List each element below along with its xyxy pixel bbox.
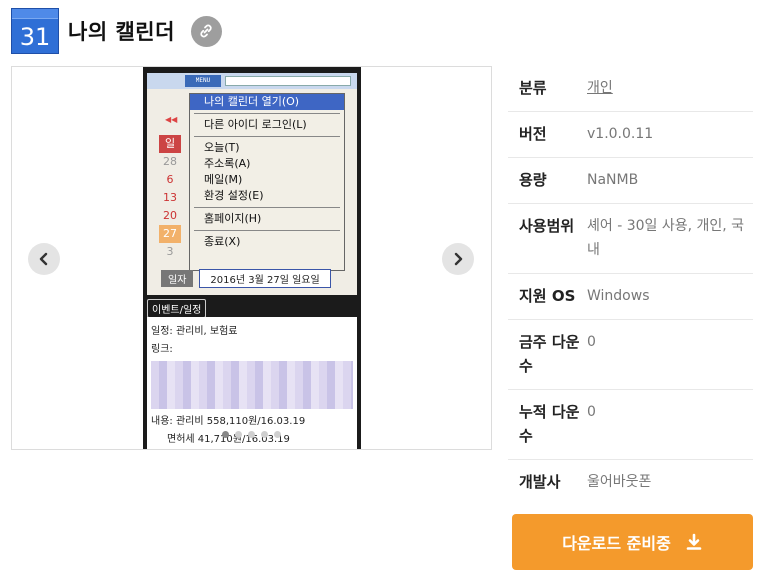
app-title: 나의 캘린더 xyxy=(68,20,175,44)
link-icon xyxy=(200,24,213,38)
copy-link-button[interactable] xyxy=(190,15,222,47)
prev-month-icon: ◀◀ xyxy=(165,115,178,124)
info-value: 울어바웃폰 xyxy=(587,474,652,490)
event-detail: 일정: 관리비, 보험료 링크: 내용: 관리비 558,110원/16.03.… xyxy=(147,317,357,449)
menu-divider xyxy=(194,136,340,137)
info-value: NaNMB xyxy=(587,172,639,188)
gallery-dot[interactable] xyxy=(248,431,255,438)
info-label: 용량 xyxy=(519,171,547,189)
info-row-category: 분류 개인 xyxy=(508,66,753,112)
info-label: 금주 다운수 xyxy=(519,333,580,375)
info-label: 누적 다운수 xyxy=(519,403,580,445)
chevron-left-icon xyxy=(39,252,48,266)
date-row: 일자 2016년 3월 27일 일요일 xyxy=(161,268,331,288)
menu-item-mail: 메일(M) xyxy=(204,173,243,186)
menu-tag: MENU xyxy=(185,75,221,87)
gallery-dots xyxy=(12,431,491,438)
chevron-right-icon xyxy=(454,252,463,266)
menu-item-open: 나의 캘린더 열기(O) xyxy=(190,94,344,110)
menu-item-contacts: 주소록(A) xyxy=(204,157,251,170)
menu-item-exit: 종료(X) xyxy=(204,235,241,248)
screenshot-gallery: MENU ◀◀ 일 28 6 13 20 27 3 나의 캘린더 열기(O) 다… xyxy=(11,66,492,450)
calendar-day: 3 xyxy=(166,245,174,258)
app-header: 31 나의 캘린더 xyxy=(11,8,222,54)
category-link[interactable]: 개인 xyxy=(587,76,753,100)
event-line: 내용: 관리비 558,110원/16.03.19 xyxy=(151,416,306,427)
calendar-topbar: MENU xyxy=(147,73,357,89)
gallery-prev-button[interactable] xyxy=(28,243,60,275)
blurred-link xyxy=(151,361,353,409)
gallery-dot[interactable] xyxy=(274,431,281,438)
calendar-day-selected: 27 xyxy=(159,225,181,243)
event-line: 일정: 관리비, 보험료 xyxy=(151,326,238,337)
menu-item-login: 다른 아이디 로그인(L) xyxy=(204,118,307,131)
download-button[interactable]: 다운로드 준비중 xyxy=(512,514,753,570)
date-field: 2016년 3월 27일 일요일 xyxy=(199,268,331,288)
info-label: 사용범위 xyxy=(519,217,575,235)
app-icon-text: 31 xyxy=(19,23,51,51)
info-row-size: 용량 NaNMB xyxy=(508,158,753,204)
menu-divider xyxy=(194,113,340,114)
info-value: 셰어 - 30일 사용, 개인, 국내 xyxy=(587,218,745,258)
calendar-day-column: 일 28 6 13 20 27 3 xyxy=(159,135,181,261)
info-value: 0 xyxy=(587,334,596,350)
info-value: Windows xyxy=(587,288,650,304)
context-menu: 나의 캘린더 열기(O) 다른 아이디 로그인(L) 오늘(T) 주소록(A) … xyxy=(189,93,345,271)
menu-item-homepage: 홈페이지(H) xyxy=(204,212,262,225)
gallery-next-button[interactable] xyxy=(442,243,474,275)
info-value: v1.0.0.11 xyxy=(587,126,654,142)
calendar-day: 13 xyxy=(163,191,177,204)
info-label: 버전 xyxy=(519,125,547,143)
gallery-dot[interactable] xyxy=(222,431,229,438)
info-row-total-downloads: 누적 다운수 0 xyxy=(508,390,753,460)
app-info-table: 분류 개인 버전 v1.0.0.11 용량 NaNMB 사용범위 셰어 - 30… xyxy=(508,66,753,505)
date-label: 일자 xyxy=(161,269,194,287)
gallery-dot[interactable] xyxy=(261,431,268,438)
event-line: 링크: xyxy=(151,344,173,355)
info-label: 개발사 xyxy=(519,473,561,491)
gallery-dot[interactable] xyxy=(235,431,242,438)
menu-divider xyxy=(194,207,340,208)
info-row-os: 지원 OS Windows xyxy=(508,274,753,320)
info-row-license: 사용범위 셰어 - 30일 사용, 개인, 국내 xyxy=(508,204,753,274)
info-row-developer: 개발사 울어바웃폰 xyxy=(508,460,753,505)
download-label: 다운로드 준비중 xyxy=(562,534,671,553)
event-tag: 이벤트/일정 xyxy=(147,299,207,318)
calendar-day: 20 xyxy=(163,209,177,222)
calendar-app-icon: 31 xyxy=(11,8,59,54)
menu-item-today: 오늘(T) xyxy=(204,141,240,154)
info-row-version: 버전 v1.0.0.11 xyxy=(508,112,753,158)
app-screenshot: MENU ◀◀ 일 28 6 13 20 27 3 나의 캘린더 열기(O) 다… xyxy=(143,67,361,449)
calendar-window: MENU ◀◀ 일 28 6 13 20 27 3 나의 캘린더 열기(O) 다… xyxy=(147,73,357,295)
info-row-weekly-downloads: 금주 다운수 0 xyxy=(508,320,753,390)
info-label: 지원 OS xyxy=(519,287,576,305)
download-icon xyxy=(686,533,702,550)
menu-item-settings: 환경 설정(E) xyxy=(204,189,264,202)
menu-divider xyxy=(194,230,340,231)
calendar-day: 28 xyxy=(163,155,177,168)
info-label: 분류 xyxy=(519,79,547,97)
info-value: 0 xyxy=(587,404,596,420)
menu-input-box xyxy=(225,76,351,86)
calendar-day: 6 xyxy=(166,173,174,186)
calendar-day-header: 일 xyxy=(159,135,181,153)
